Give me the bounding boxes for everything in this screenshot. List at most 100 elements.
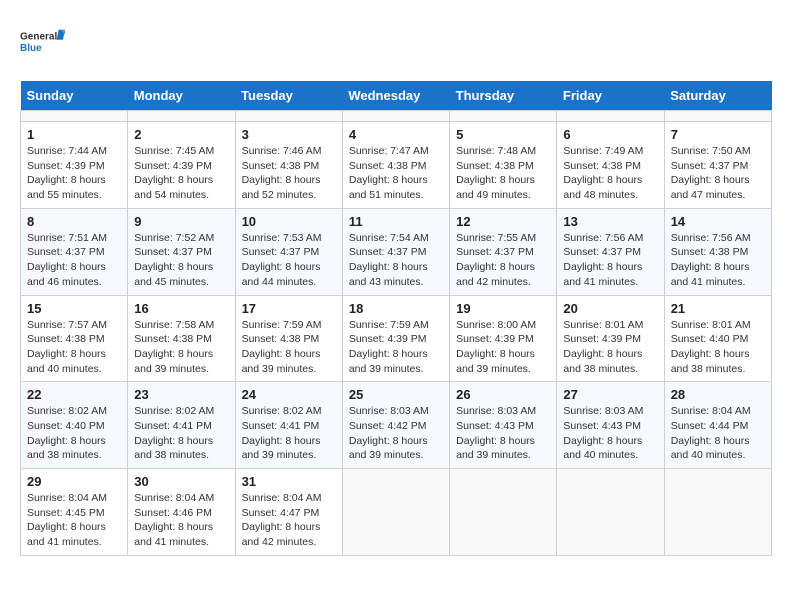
calendar-cell: 23 Sunrise: 8:02 AMSunset: 4:41 PMDayligh… bbox=[128, 382, 235, 469]
day-info: Sunrise: 7:56 AMSunset: 4:37 PMDaylight:… bbox=[563, 231, 657, 290]
calendar-cell: 5 Sunrise: 7:48 AMSunset: 4:38 PMDaylight… bbox=[450, 122, 557, 209]
calendar-cell: 1 Sunrise: 7:44 AMSunset: 4:39 PMDaylight… bbox=[21, 122, 128, 209]
day-number: 22 bbox=[27, 387, 121, 402]
day-number: 10 bbox=[242, 214, 336, 229]
calendar-cell: 2Sunrise: 7:45 AMSunset: 4:39 PMDaylight… bbox=[128, 122, 235, 209]
day-info: Sunrise: 7:58 AMSunset: 4:38 PMDaylight:… bbox=[134, 318, 228, 377]
day-info: Sunrise: 8:04 AMSunset: 4:46 PMDaylight:… bbox=[134, 491, 228, 550]
calendar-week-row: 15 Sunrise: 7:57 AMSunset: 4:38 PMDayligh… bbox=[21, 295, 772, 382]
day-number: 11 bbox=[349, 214, 443, 229]
day-number: 4 bbox=[349, 127, 443, 142]
day-info: Sunrise: 7:59 AMSunset: 4:39 PMDaylight:… bbox=[349, 318, 443, 377]
calendar-cell: 19 Sunrise: 8:00 AMSunset: 4:39 PMDayligh… bbox=[450, 295, 557, 382]
calendar-cell: 8 Sunrise: 7:51 AMSunset: 4:37 PMDaylight… bbox=[21, 208, 128, 295]
calendar-cell: 10Sunrise: 7:53 AMSunset: 4:37 PMDayligh… bbox=[235, 208, 342, 295]
day-number: 29 bbox=[27, 474, 121, 489]
day-number: 16 bbox=[134, 301, 228, 316]
calendar-week-row bbox=[21, 111, 772, 122]
calendar-cell: 11 Sunrise: 7:54 AMSunset: 4:37 PMDayligh… bbox=[342, 208, 449, 295]
day-info: Sunrise: 8:02 AMSunset: 4:40 PMDaylight:… bbox=[27, 404, 121, 463]
day-info: Sunrise: 7:59 AMSunset: 4:38 PMDaylight:… bbox=[242, 318, 336, 377]
calendar-cell: 24 Sunrise: 8:02 AMSunset: 4:41 PMDayligh… bbox=[235, 382, 342, 469]
calendar-header-wednesday: Wednesday bbox=[342, 81, 449, 111]
day-number: 9 bbox=[134, 214, 228, 229]
calendar-cell bbox=[450, 111, 557, 122]
calendar-cell: 22 Sunrise: 8:02 AMSunset: 4:40 PMDayligh… bbox=[21, 382, 128, 469]
calendar-header-thursday: Thursday bbox=[450, 81, 557, 111]
calendar-cell: 9 Sunrise: 7:52 AMSunset: 4:37 PMDaylight… bbox=[128, 208, 235, 295]
day-number: 7 bbox=[671, 127, 765, 142]
svg-text:General: General bbox=[20, 32, 57, 43]
calendar-cell bbox=[128, 111, 235, 122]
day-number: 24 bbox=[242, 387, 336, 402]
calendar-cell: 28Sunrise: 8:04 AMSunset: 4:44 PMDayligh… bbox=[664, 382, 771, 469]
calendar-cell bbox=[664, 469, 771, 556]
day-number: 13 bbox=[563, 214, 657, 229]
day-info: Sunrise: 8:01 AMSunset: 4:39 PMDaylight:… bbox=[563, 318, 657, 377]
calendar-cell: 25Sunrise: 8:03 AMSunset: 4:42 PMDayligh… bbox=[342, 382, 449, 469]
day-info: Sunrise: 8:04 AMSunset: 4:45 PMDaylight:… bbox=[27, 491, 121, 550]
calendar-cell bbox=[21, 111, 128, 122]
calendar-table: SundayMondayTuesdayWednesdayThursdayFrid… bbox=[20, 81, 772, 556]
calendar-cell: 30 Sunrise: 8:04 AMSunset: 4:46 PMDayligh… bbox=[128, 469, 235, 556]
day-info: Sunrise: 8:02 AMSunset: 4:41 PMDaylight:… bbox=[134, 404, 228, 463]
day-number: 20 bbox=[563, 301, 657, 316]
calendar-cell: 13 Sunrise: 7:56 AMSunset: 4:37 PMDayligh… bbox=[557, 208, 664, 295]
calendar-cell bbox=[342, 111, 449, 122]
day-number: 25 bbox=[349, 387, 443, 402]
day-number: 30 bbox=[134, 474, 228, 489]
day-info: Sunrise: 7:54 AMSunset: 4:37 PMDaylight:… bbox=[349, 231, 443, 290]
calendar-cell: 26Sunrise: 8:03 AMSunset: 4:43 PMDayligh… bbox=[450, 382, 557, 469]
calendar-cell: 29 Sunrise: 8:04 AMSunset: 4:45 PMDayligh… bbox=[21, 469, 128, 556]
day-number: 28 bbox=[671, 387, 765, 402]
day-number: 2 bbox=[134, 127, 228, 142]
calendar-cell: 31Sunrise: 8:04 AMSunset: 4:47 PMDayligh… bbox=[235, 469, 342, 556]
day-number: 27 bbox=[563, 387, 657, 402]
calendar-cell: 18 Sunrise: 7:59 AMSunset: 4:39 PMDayligh… bbox=[342, 295, 449, 382]
day-info: Sunrise: 7:50 AMSunset: 4:37 PMDaylight:… bbox=[671, 144, 765, 203]
day-number: 8 bbox=[27, 214, 121, 229]
day-info: Sunrise: 7:47 AMSunset: 4:38 PMDaylight:… bbox=[349, 144, 443, 203]
day-info: Sunrise: 8:00 AMSunset: 4:39 PMDaylight:… bbox=[456, 318, 550, 377]
day-info: Sunrise: 7:48 AMSunset: 4:38 PMDaylight:… bbox=[456, 144, 550, 203]
calendar-header-tuesday: Tuesday bbox=[235, 81, 342, 111]
day-number: 1 bbox=[27, 127, 121, 142]
calendar-week-row: 8 Sunrise: 7:51 AMSunset: 4:37 PMDaylight… bbox=[21, 208, 772, 295]
day-number: 15 bbox=[27, 301, 121, 316]
calendar-header-sunday: Sunday bbox=[21, 81, 128, 111]
calendar-cell bbox=[450, 469, 557, 556]
day-number: 31 bbox=[242, 474, 336, 489]
day-number: 23 bbox=[134, 387, 228, 402]
day-number: 14 bbox=[671, 214, 765, 229]
day-info: Sunrise: 8:03 AMSunset: 4:43 PMDaylight:… bbox=[456, 404, 550, 463]
calendar-cell: 21Sunrise: 8:01 AMSunset: 4:40 PMDayligh… bbox=[664, 295, 771, 382]
day-info: Sunrise: 7:57 AMSunset: 4:38 PMDaylight:… bbox=[27, 318, 121, 377]
calendar-week-row: 29 Sunrise: 8:04 AMSunset: 4:45 PMDayligh… bbox=[21, 469, 772, 556]
calendar-header-friday: Friday bbox=[557, 81, 664, 111]
day-number: 18 bbox=[349, 301, 443, 316]
calendar-week-row: 22 Sunrise: 8:02 AMSunset: 4:40 PMDayligh… bbox=[21, 382, 772, 469]
calendar-header-saturday: Saturday bbox=[664, 81, 771, 111]
calendar-cell: 17 Sunrise: 7:59 AMSunset: 4:38 PMDayligh… bbox=[235, 295, 342, 382]
calendar-cell bbox=[557, 111, 664, 122]
day-info: Sunrise: 7:56 AMSunset: 4:38 PMDaylight:… bbox=[671, 231, 765, 290]
calendar-cell bbox=[557, 469, 664, 556]
calendar-header-monday: Monday bbox=[128, 81, 235, 111]
calendar-cell bbox=[342, 469, 449, 556]
day-number: 3 bbox=[242, 127, 336, 142]
calendar-cell: 27Sunrise: 8:03 AMSunset: 4:43 PMDayligh… bbox=[557, 382, 664, 469]
day-number: 17 bbox=[242, 301, 336, 316]
day-info: Sunrise: 7:55 AMSunset: 4:37 PMDaylight:… bbox=[456, 231, 550, 290]
day-info: Sunrise: 7:52 AMSunset: 4:37 PMDaylight:… bbox=[134, 231, 228, 290]
calendar-cell bbox=[664, 111, 771, 122]
day-info: Sunrise: 8:02 AMSunset: 4:41 PMDaylight:… bbox=[242, 404, 336, 463]
day-number: 12 bbox=[456, 214, 550, 229]
calendar-week-row: 1 Sunrise: 7:44 AMSunset: 4:39 PMDaylight… bbox=[21, 122, 772, 209]
day-number: 19 bbox=[456, 301, 550, 316]
calendar-cell: 20 Sunrise: 8:01 AMSunset: 4:39 PMDayligh… bbox=[557, 295, 664, 382]
day-number: 5 bbox=[456, 127, 550, 142]
day-info: Sunrise: 7:51 AMSunset: 4:37 PMDaylight:… bbox=[27, 231, 121, 290]
calendar-cell: 12 Sunrise: 7:55 AMSunset: 4:37 PMDayligh… bbox=[450, 208, 557, 295]
day-info: Sunrise: 7:44 AMSunset: 4:39 PMDaylight:… bbox=[27, 144, 121, 203]
calendar-cell: 6Sunrise: 7:49 AMSunset: 4:38 PMDaylight… bbox=[557, 122, 664, 209]
